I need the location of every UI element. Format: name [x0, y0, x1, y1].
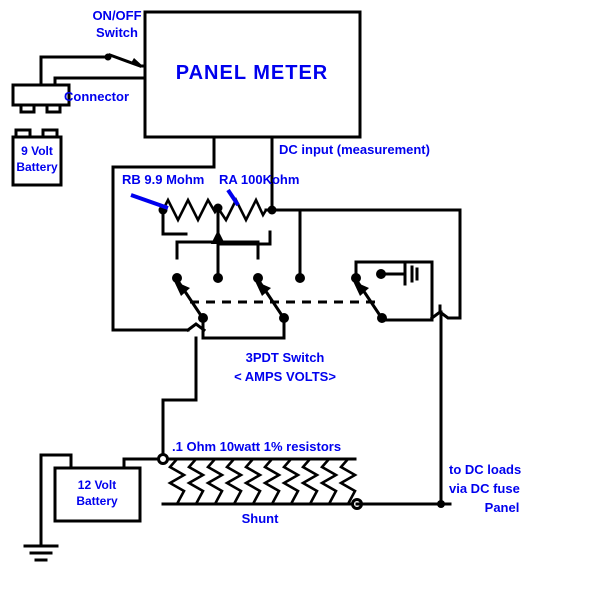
on-off-switch-label-line1: ON/OFF	[92, 8, 141, 23]
dc-input-label: DC input (measurement)	[279, 142, 430, 157]
shunt-resistor-7	[281, 458, 301, 505]
battery12v-label-line1: 12 Volt	[78, 478, 116, 492]
circuit-schematic: PANEL METER ON/OFF Switch Connector 9 Vo…	[11, 8, 521, 562]
resistor-rb-zigzag	[161, 197, 220, 223]
dc-loads-label-line3: Panel	[485, 500, 520, 515]
shunt-resistors-label: .1 Ohm 10watt 1% resistors	[172, 439, 341, 454]
resistor-rb-label: RB 9.9 Mohm	[122, 172, 204, 187]
shunt-resistor-10	[338, 458, 358, 505]
switch-contact-1b[interactable]	[213, 273, 223, 283]
battery9v-label-line2: Battery	[16, 160, 58, 174]
connector-body	[11, 83, 71, 107]
shunt-resistor-6	[262, 458, 282, 505]
dc-loads-label-line2: via DC fuse	[449, 481, 520, 496]
connector-pin-right	[45, 103, 62, 114]
resistor-ra-label: RA 100Kohm	[219, 172, 299, 187]
shunt-terminal-left	[157, 453, 169, 465]
dc-loads-label-line1: to DC loads	[449, 462, 521, 477]
shunt-resistor-4	[224, 458, 244, 505]
resistor-ra-leader	[226, 188, 240, 207]
shunt-resistor-bank	[167, 458, 358, 505]
wire-hop-right-bus	[429, 310, 462, 321]
shunt-resistor-1	[167, 458, 187, 505]
switch-center-arrowhead	[211, 230, 225, 244]
switch-positions-label: < AMPS VOLTS>	[234, 369, 336, 384]
schematic-canvas: PANEL METER ON/OFF Switch Connector 9 Vo…	[0, 0, 600, 600]
connector-pin-left	[19, 103, 36, 114]
on-off-switch-label-line2: Switch	[96, 25, 138, 40]
shunt-resistor-9	[319, 458, 339, 505]
shunt-resistor-8	[300, 458, 320, 505]
switch-pole3-top-loop	[354, 260, 434, 320]
node-dc-loads-junction	[437, 500, 445, 508]
shunt-resistor-5	[243, 458, 263, 505]
shunt-resistor-3	[205, 458, 225, 505]
switch-name-label: 3PDT Switch	[246, 350, 325, 365]
resistor-ra-zigzag	[216, 197, 272, 223]
connector-label: Connector	[64, 89, 129, 104]
battery9v-label-line1: 9 Volt	[21, 144, 53, 158]
switch-common-bottom-bar	[201, 318, 286, 340]
battery12v-label-line2: Battery	[76, 494, 118, 508]
resistor-rb-leader	[130, 193, 169, 210]
shunt-resistor-2	[186, 458, 206, 505]
panel-meter-label: PANEL METER	[176, 62, 329, 84]
node-dc-input	[267, 205, 277, 215]
shunt-label: Shunt	[242, 511, 279, 526]
